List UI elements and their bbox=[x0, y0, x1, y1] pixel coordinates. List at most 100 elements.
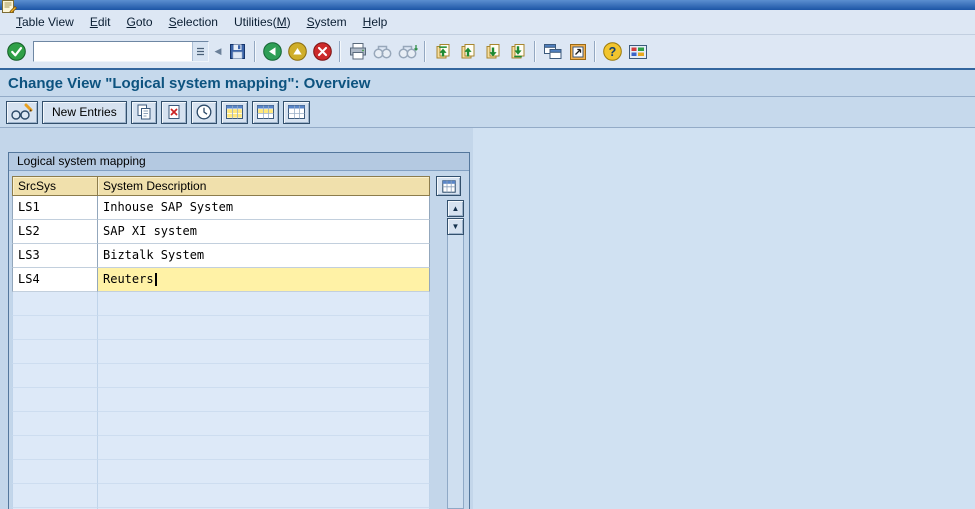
empty-table-row[interactable] bbox=[12, 436, 430, 460]
description-cell-empty[interactable] bbox=[98, 292, 430, 316]
menu-item-utilities-m[interactable]: Utilities(M) bbox=[226, 12, 299, 32]
description-cell[interactable]: Reuters bbox=[98, 268, 430, 292]
command-history-button[interactable] bbox=[192, 42, 208, 61]
command-field[interactable] bbox=[33, 41, 209, 62]
display-change-toggle-button[interactable] bbox=[6, 100, 38, 124]
delete-button[interactable] bbox=[160, 100, 187, 124]
srcsys-cell[interactable]: LS2 bbox=[12, 220, 98, 244]
srcsys-cell[interactable]: LS4 bbox=[12, 268, 98, 292]
srcsys-cell[interactable]: LS1 bbox=[12, 196, 98, 220]
empty-table-row[interactable] bbox=[12, 364, 430, 388]
srcsys-cell[interactable]: LS3 bbox=[12, 244, 98, 268]
scroll-down-button[interactable]: ▼ bbox=[447, 218, 464, 235]
description-cell[interactable]: Inhouse SAP System bbox=[98, 196, 430, 220]
srcsys-cell-empty[interactable] bbox=[12, 436, 98, 460]
save-button[interactable] bbox=[225, 39, 250, 64]
text-cursor bbox=[154, 273, 157, 286]
undo-change-button[interactable] bbox=[190, 100, 217, 124]
command-input[interactable] bbox=[34, 43, 192, 60]
table-pane: Logical system mapping SrcSys System Des… bbox=[0, 128, 473, 509]
srcsys-cell-empty[interactable] bbox=[12, 484, 98, 508]
content-background bbox=[473, 128, 975, 509]
column-headers: SrcSys System Description bbox=[12, 176, 430, 196]
table-configuration-button[interactable] bbox=[436, 176, 461, 196]
select-all-icon bbox=[225, 104, 244, 120]
description-cell-empty[interactable] bbox=[98, 460, 430, 484]
customize-layout-icon bbox=[628, 43, 648, 61]
menu-item-table-view[interactable]: Table View bbox=[8, 12, 82, 32]
help-button[interactable]: ? bbox=[600, 39, 625, 64]
new-entries-button[interactable]: New Entries bbox=[42, 100, 127, 124]
exit-button[interactable] bbox=[285, 39, 310, 64]
find-next-button[interactable] bbox=[395, 39, 420, 64]
menu-item-edit[interactable]: Edit bbox=[82, 12, 119, 32]
description-cell-empty[interactable] bbox=[98, 412, 430, 436]
description-cell[interactable]: SAP XI system bbox=[98, 220, 430, 244]
select-block-button[interactable] bbox=[251, 100, 279, 124]
menu-item-help[interactable]: Help bbox=[355, 12, 396, 32]
srcsys-cell-empty[interactable] bbox=[12, 388, 98, 412]
exit-icon bbox=[287, 41, 308, 62]
column-header-description[interactable]: System Description bbox=[98, 176, 430, 196]
empty-table-row[interactable] bbox=[12, 388, 430, 412]
empty-table-row[interactable] bbox=[12, 316, 430, 340]
display-change-toggle-icon bbox=[10, 103, 34, 121]
toolbar-separator bbox=[594, 41, 596, 62]
scroll-up-icon: ▲ bbox=[451, 204, 460, 213]
print-button[interactable] bbox=[345, 39, 370, 64]
table-rows: LS1 Inhouse SAP System LS2 SAP XI system LS3… bbox=[12, 196, 430, 509]
scroll-up-button[interactable]: ▲ bbox=[447, 200, 464, 217]
hide-command-field-icon: ◀ bbox=[214, 46, 222, 56]
description-cell-empty[interactable] bbox=[98, 484, 430, 508]
description-cell-empty[interactable] bbox=[98, 388, 430, 412]
enter-icon bbox=[6, 41, 27, 62]
empty-table-row[interactable] bbox=[12, 412, 430, 436]
srcsys-cell-empty[interactable] bbox=[12, 364, 98, 388]
menu-item-goto[interactable]: Goto bbox=[119, 12, 161, 32]
cancel-button[interactable] bbox=[310, 39, 335, 64]
sap-gui-window: Table View Edit Goto Selection Utilities(M) S… bbox=[0, 0, 975, 509]
srcsys-cell-empty[interactable] bbox=[12, 412, 98, 436]
scrollbar-track[interactable] bbox=[447, 235, 464, 509]
first-page-button[interactable] bbox=[430, 39, 455, 64]
srcsys-cell-empty[interactable] bbox=[12, 460, 98, 484]
description-cell-empty[interactable] bbox=[98, 436, 430, 460]
column-header-srcsys[interactable]: SrcSys bbox=[12, 176, 98, 196]
empty-table-row[interactable] bbox=[12, 292, 430, 316]
empty-table-row[interactable] bbox=[12, 340, 430, 364]
find-button[interactable] bbox=[370, 39, 395, 64]
menu-item-selection[interactable]: Selection bbox=[161, 12, 226, 32]
srcsys-cell-empty[interactable] bbox=[12, 340, 98, 364]
srcsys-cell-empty[interactable] bbox=[12, 316, 98, 340]
toolbar-separator bbox=[534, 41, 536, 62]
empty-table-row[interactable] bbox=[12, 484, 430, 508]
table-row: LS2 SAP XI system bbox=[12, 220, 430, 244]
enter-button[interactable] bbox=[4, 39, 29, 64]
create-shortcut-button[interactable] bbox=[565, 39, 590, 64]
empty-table-row[interactable] bbox=[12, 460, 430, 484]
select-block-icon bbox=[256, 104, 275, 120]
select-all-button[interactable] bbox=[220, 100, 248, 124]
first-page-icon bbox=[434, 43, 452, 61]
customize-layout-button[interactable] bbox=[625, 39, 650, 64]
description-cell-empty[interactable] bbox=[98, 316, 430, 340]
description-cell[interactable]: Biztalk System bbox=[98, 244, 430, 268]
new-session-button[interactable] bbox=[540, 39, 565, 64]
next-page-button[interactable] bbox=[480, 39, 505, 64]
toolbar-separator bbox=[424, 41, 426, 62]
window-titlebar bbox=[0, 0, 975, 14]
last-page-button[interactable] bbox=[505, 39, 530, 64]
description-cell-empty[interactable] bbox=[98, 364, 430, 388]
hide-command-field-button[interactable]: ◀ bbox=[211, 39, 225, 64]
find-icon bbox=[372, 43, 393, 60]
previous-page-button[interactable] bbox=[455, 39, 480, 64]
copy-button[interactable] bbox=[130, 100, 157, 124]
deselect-all-icon bbox=[287, 104, 306, 120]
description-cell-empty[interactable] bbox=[98, 340, 430, 364]
menu-item-system[interactable]: System bbox=[299, 12, 355, 32]
table-row: LS1 Inhouse SAP System bbox=[12, 196, 430, 220]
back-button[interactable] bbox=[260, 39, 285, 64]
srcsys-cell-empty[interactable] bbox=[12, 292, 98, 316]
deselect-all-button[interactable] bbox=[282, 100, 310, 124]
svg-text:?: ? bbox=[609, 45, 617, 59]
